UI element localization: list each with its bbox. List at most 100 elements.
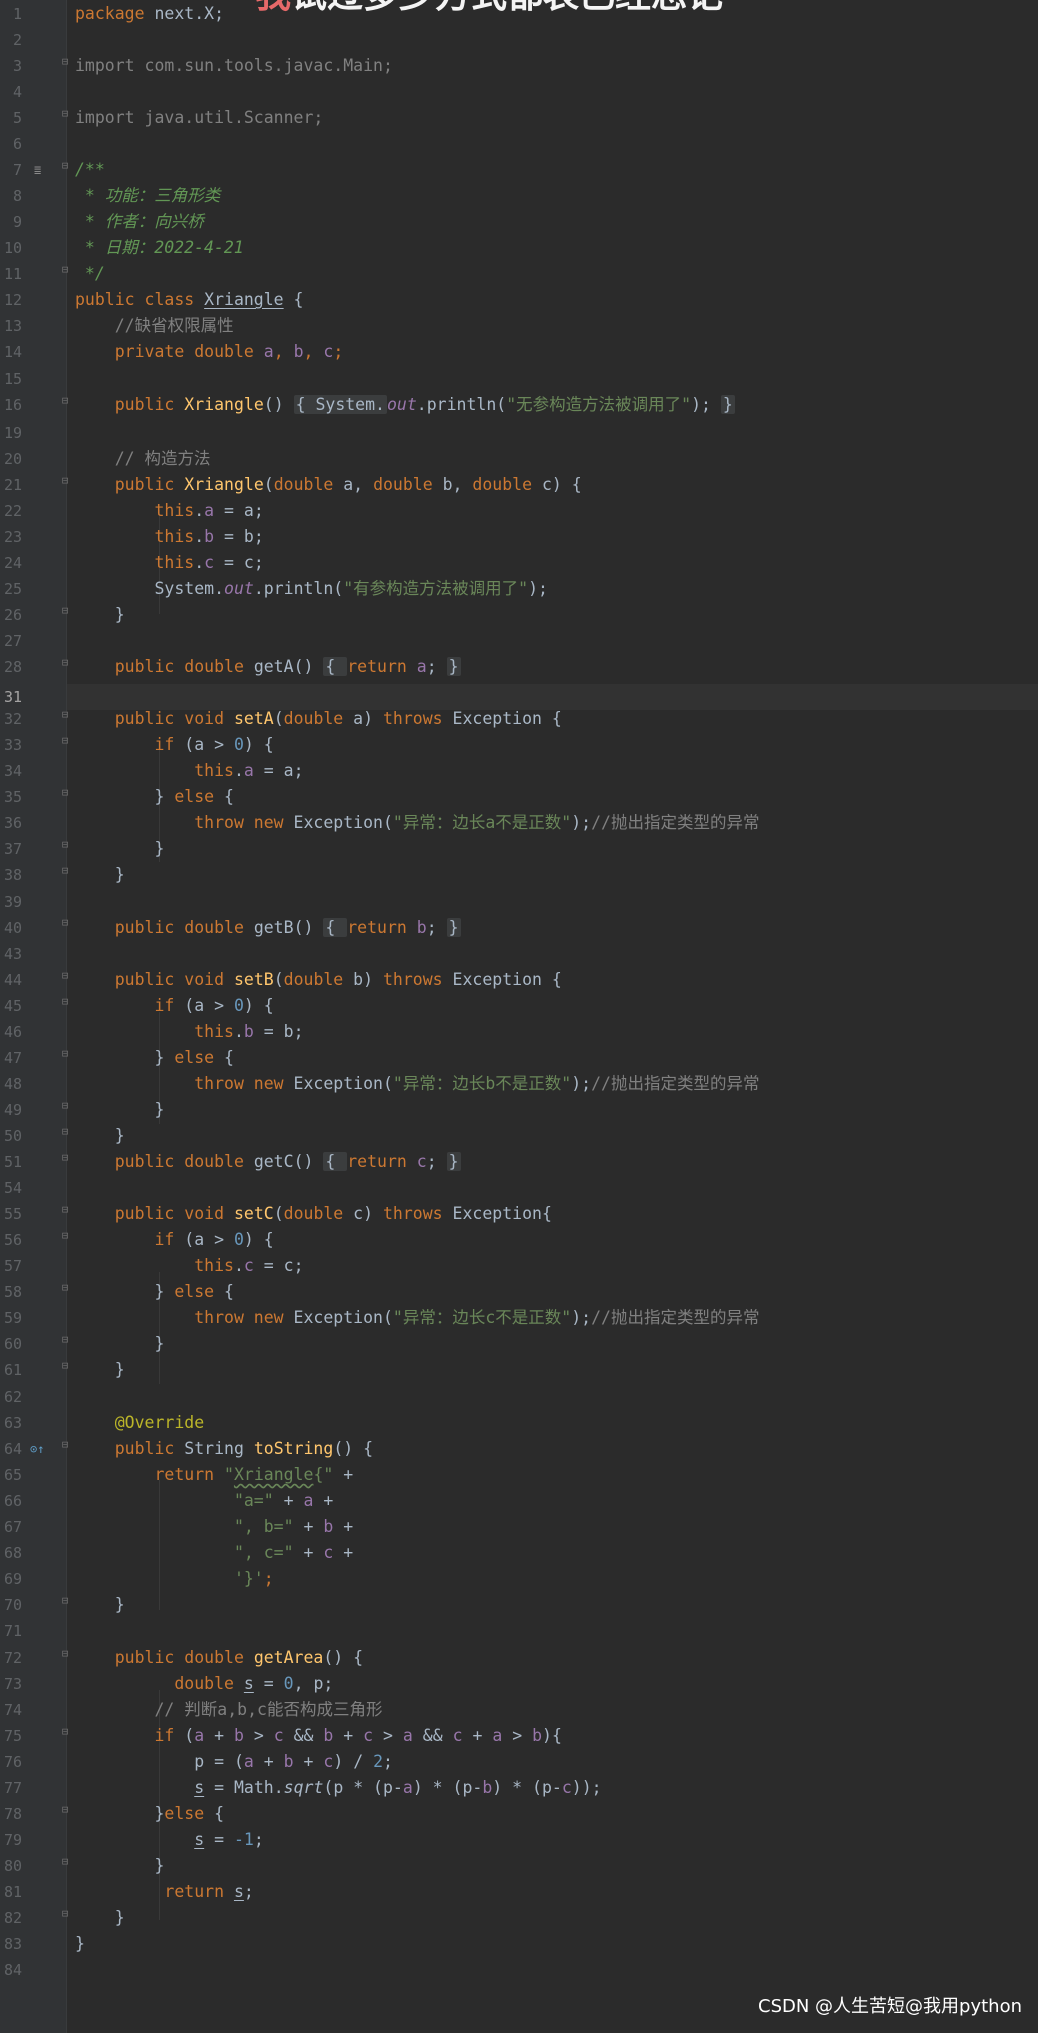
line-number[interactable]: 75 (0, 1723, 22, 1749)
token-keyword: private double (75, 342, 264, 361)
line-number[interactable]: 47 (0, 1045, 22, 1071)
line-number[interactable]: 81 (0, 1879, 22, 1905)
line-number[interactable]: 80 (0, 1853, 22, 1879)
line-number[interactable]: 56 (0, 1227, 22, 1253)
line-number[interactable]: 20 (0, 446, 22, 472)
line-number[interactable]: 22 (0, 498, 22, 524)
line-number[interactable]: 68 (0, 1540, 22, 1566)
line-number[interactable]: 16 (0, 392, 22, 418)
line-number[interactable]: 78 (0, 1801, 22, 1827)
line-number[interactable]: 74 (0, 1697, 22, 1723)
line-number[interactable]: 39 (0, 889, 22, 915)
line-number[interactable]: 79 (0, 1827, 22, 1853)
line-number[interactable]: 9 (0, 209, 22, 235)
line-number[interactable]: 7 (0, 157, 22, 183)
line-number[interactable]: 12 (0, 287, 22, 313)
line-number[interactable]: 66 (0, 1488, 22, 1514)
line-number[interactable]: 83 (0, 1931, 22, 1957)
line-number[interactable]: 38 (0, 862, 22, 888)
line-number[interactable]: 4 (0, 79, 22, 105)
line-number[interactable]: 32 (0, 706, 22, 732)
line-number[interactable]: 61 (0, 1357, 22, 1383)
line-number-gutter[interactable]: 1 2 3 4 5 6 7 8 9 10 11 12 13 14 15 16 19 20 21 22 23 24 25 26 2… (0, 0, 68, 2033)
line-number[interactable]: 23 (0, 524, 22, 550)
folded-code-region[interactable]: } (446, 657, 461, 676)
doc-render-icon[interactable]: ≣ (34, 163, 41, 177)
line-number[interactable]: 48 (0, 1071, 22, 1097)
line-number[interactable]: 60 (0, 1331, 22, 1357)
line-number[interactable]: 27 (0, 628, 22, 654)
line-number[interactable]: 55 (0, 1201, 22, 1227)
line-number[interactable]: 14 (0, 339, 22, 365)
token-text: + (293, 1543, 324, 1562)
line-number[interactable]: 5 (0, 105, 22, 131)
folded-code-region[interactable]: } (720, 395, 735, 414)
line-number[interactable]: 59 (0, 1305, 22, 1331)
line-number[interactable]: 24 (0, 550, 22, 576)
line-number[interactable]: 3 (0, 53, 22, 79)
line-number[interactable]: 82 (0, 1905, 22, 1931)
override-method-icon[interactable]: ⊙↑ (30, 1442, 44, 1456)
line-number[interactable]: 77 (0, 1775, 22, 1801)
line-number[interactable]: 76 (0, 1749, 22, 1775)
folded-code-region[interactable]: { (323, 657, 348, 676)
line-number[interactable]: 71 (0, 1618, 22, 1644)
line-number[interactable]: 36 (0, 810, 22, 836)
line-number[interactable]: 26 (0, 602, 22, 628)
code-line: } (75, 1592, 125, 1618)
folded-code-region[interactable]: { (323, 1152, 348, 1171)
token-comment: // 判断a,b,c能否构成三角形 (75, 1700, 383, 1719)
code-area[interactable]: package next.X; import com.sun.tools.jav… (67, 0, 1038, 2033)
line-number[interactable]: 44 (0, 967, 22, 993)
line-number[interactable]: 40 (0, 915, 22, 941)
line-number[interactable]: 45 (0, 993, 22, 1019)
code-line: } (75, 1357, 125, 1383)
line-number[interactable]: 19 (0, 420, 22, 446)
token-doc-comment: * 日期：2022-4-21 (75, 238, 244, 257)
line-number[interactable]: 73 (0, 1671, 22, 1697)
line-number[interactable]: 25 (0, 576, 22, 602)
line-number[interactable]: 2 (0, 27, 22, 53)
line-number[interactable]: 58 (0, 1279, 22, 1305)
token-keyword: public (75, 475, 185, 494)
folded-code-region[interactable]: } (446, 918, 461, 937)
folded-code-region[interactable]: { System. (293, 395, 387, 414)
line-number[interactable]: 50 (0, 1123, 22, 1149)
line-number[interactable]: 70 (0, 1592, 22, 1618)
line-number[interactable]: 15 (0, 366, 22, 392)
line-number[interactable]: 34 (0, 758, 22, 784)
line-number[interactable]: 37 (0, 836, 22, 862)
line-number[interactable]: 49 (0, 1097, 22, 1123)
token-text: + (333, 1465, 354, 1484)
line-number[interactable]: 84 (0, 1957, 22, 1983)
line-number[interactable]: 67 (0, 1514, 22, 1540)
code-line: public double getA() { return a; } (75, 654, 461, 680)
line-number[interactable]: 62 (0, 1384, 22, 1410)
line-number[interactable]: 46 (0, 1019, 22, 1045)
line-number[interactable]: 1 (0, 1, 22, 27)
line-number[interactable]: 54 (0, 1175, 22, 1201)
line-number[interactable]: 69 (0, 1566, 22, 1592)
line-number[interactable]: 64 (0, 1436, 22, 1462)
code-editor[interactable]: 1 2 3 4 5 6 7 8 9 10 11 12 13 14 15 16 19 20 21 22 23 24 25 26 2… (0, 0, 1038, 2033)
line-number[interactable]: 65 (0, 1462, 22, 1488)
token-keyword: return (75, 1465, 225, 1484)
line-number[interactable]: 21 (0, 472, 22, 498)
line-number[interactable]: 72 (0, 1645, 22, 1671)
line-number[interactable]: 35 (0, 784, 22, 810)
line-number[interactable]: 51 (0, 1149, 22, 1175)
line-number[interactable]: 10 (0, 235, 22, 261)
code-line: throw new Exception("异常：边长a不是正数");//抛出指定… (75, 810, 759, 836)
folded-code-region[interactable]: } (446, 1152, 461, 1171)
line-number[interactable]: 13 (0, 313, 22, 339)
token-string: "异常：边长c不是正数" (392, 1308, 572, 1327)
line-number[interactable]: 28 (0, 654, 22, 680)
folded-code-region[interactable]: { (323, 918, 348, 937)
line-number[interactable]: 6 (0, 131, 22, 157)
line-number[interactable]: 33 (0, 732, 22, 758)
line-number[interactable]: 57 (0, 1253, 22, 1279)
line-number[interactable]: 43 (0, 941, 22, 967)
line-number[interactable]: 63 (0, 1410, 22, 1436)
line-number[interactable]: 8 (0, 183, 22, 209)
line-number[interactable]: 11 (0, 261, 22, 287)
